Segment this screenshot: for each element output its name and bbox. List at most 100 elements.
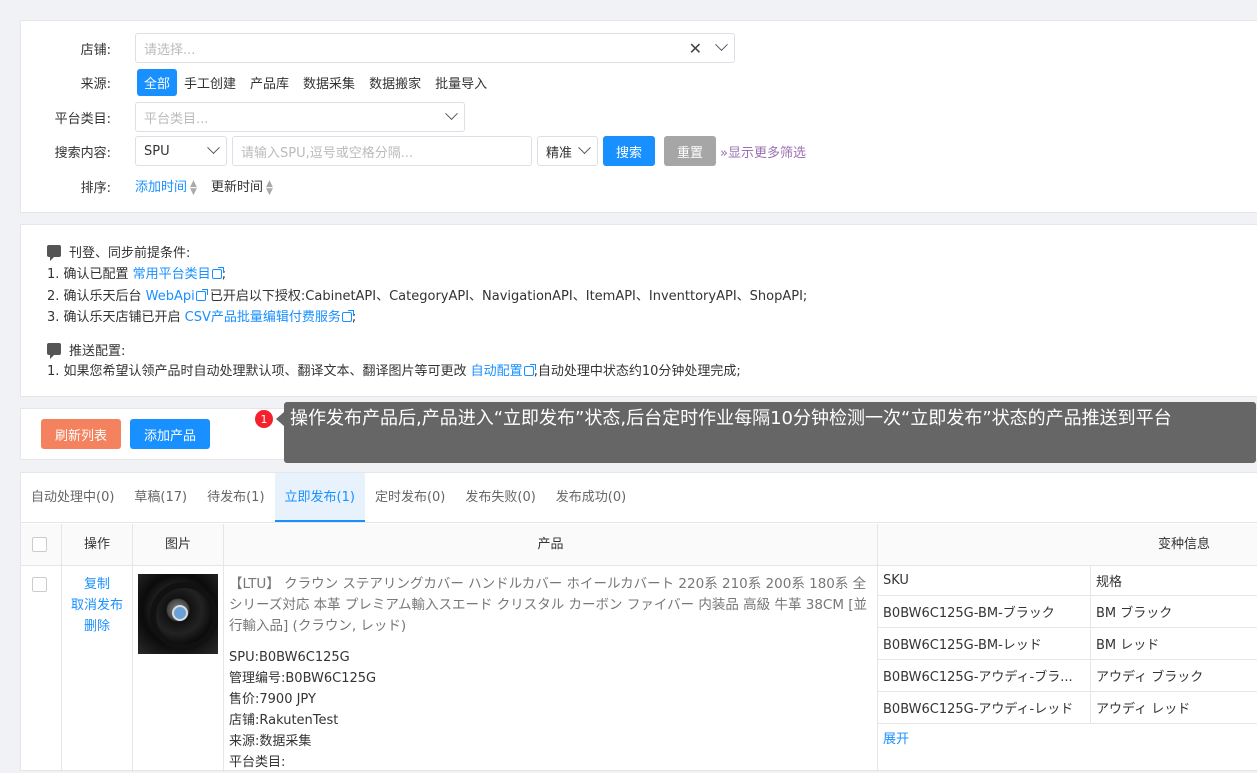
variant-spec: アウディ レッド xyxy=(1096,702,1191,717)
platform-category-link[interactable]: 常用平台类目 xyxy=(133,267,211,282)
variant-row: B0BW6C125G-アウディ-レッド アウディ レッド xyxy=(878,692,1257,724)
prereq-heading: 刊登、同步前提条件: xyxy=(47,241,190,261)
product-shop: 店铺:RakutenTest xyxy=(229,713,339,728)
line1-text: 1. 确认已配置 xyxy=(47,267,133,282)
match-mode-select[interactable]: 精准 xyxy=(537,136,598,166)
sku-header: SKU xyxy=(878,566,1091,595)
spec-header: 规格 xyxy=(1096,575,1123,590)
platform-select[interactable]: 平台类目... xyxy=(135,102,465,132)
header-product: 产品 xyxy=(224,524,877,566)
platform-placeholder: 平台类目... xyxy=(144,111,209,127)
shop-select[interactable]: 请选择... ✕ xyxy=(135,33,735,63)
delete-link[interactable]: 删除 xyxy=(62,616,132,637)
prereq-title: 刊登、同步前提条件: xyxy=(69,245,191,261)
header-variant: 变种信息 xyxy=(878,524,1257,566)
reset-button[interactable]: 重置 xyxy=(664,136,716,166)
col-divider xyxy=(223,524,224,772)
sort-updated[interactable]: 更新时间 ▲ ▼ xyxy=(211,176,273,196)
csv-service-link[interactable]: CSV产品批量编辑付费服务 xyxy=(185,310,341,325)
match-mode-value: 精准 xyxy=(546,145,573,161)
tab-publish-now[interactable]: 立即发布(1) xyxy=(274,473,365,522)
more-filters-link[interactable]: »显示更多筛选 xyxy=(720,142,806,161)
clear-icon[interactable]: ✕ xyxy=(689,39,702,58)
cancel-publish-link[interactable]: 取消发布 xyxy=(62,595,132,616)
select-all-checkbox[interactable] xyxy=(32,537,47,552)
chevron-down-icon xyxy=(207,141,220,155)
tab-auto-processing[interactable]: 自动处理中(0) xyxy=(21,473,124,522)
push-heading: 推送配置: xyxy=(47,339,125,359)
platform-label: 平台类目: xyxy=(54,111,111,127)
row-checkbox[interactable] xyxy=(32,577,47,592)
platform-row: 平台类目: 平台类目... xyxy=(21,102,465,132)
search-field-value: SPU xyxy=(144,143,170,159)
sort-added[interactable]: 添加时间 ▲ ▼ xyxy=(135,176,197,196)
variant-spec: BM ブラック xyxy=(1096,606,1173,621)
row-ops: 复制 取消发布 删除 xyxy=(62,574,132,637)
filter-panel: 店铺: 请选择... ✕ 来源: 全部 手工创建 产品库 数据采集 数据搬家 批… xyxy=(20,20,1257,213)
source-library[interactable]: 产品库 xyxy=(243,69,296,96)
product-list-panel: 自动处理中(0) 草稿(17) 待发布(1) 立即发布(1) 定时发布(0) 发… xyxy=(20,472,1257,772)
search-input[interactable]: 请输入SPU,逗号或空格分隔... xyxy=(232,136,532,166)
external-link-icon[interactable] xyxy=(211,267,224,279)
variant-spec: BM レッド xyxy=(1096,638,1160,653)
search-label: 搜索内容: xyxy=(54,145,111,161)
source-collect[interactable]: 数据采集 xyxy=(296,69,362,96)
external-link-icon[interactable] xyxy=(195,289,208,301)
push-line-1: 1. 如果您希望认领产品时自动处理默认项、翻译文本、翻译图片等可更改 自动配置,… xyxy=(47,362,741,382)
source-all[interactable]: 全部 xyxy=(137,68,178,96)
line2-end: 已开启以下授权:CabinetAPI、CategoryAPI、Navigatio… xyxy=(205,289,808,304)
status-tabs: 自动处理中(0) 草稿(17) 待发布(1) 立即发布(1) 定时发布(0) 发… xyxy=(21,473,1257,523)
search-field-select[interactable]: SPU xyxy=(135,136,227,166)
variant-row: B0BW6C125G-BM-ブラック BM ブラック xyxy=(878,596,1257,628)
chevron-down-icon xyxy=(715,38,728,52)
auto-config-link[interactable]: 自动配置 xyxy=(471,364,523,379)
source-move[interactable]: 数据搬家 xyxy=(362,69,428,96)
variant-row: B0BW6C125G-BM-レッド BM レッド xyxy=(878,628,1257,660)
product-category: 平台类目: xyxy=(229,755,286,770)
variant-sku: B0BW6C125G-BM-レッド xyxy=(878,628,1091,659)
tab-drafts[interactable]: 草稿(17) xyxy=(124,473,197,522)
guide-tooltip: 操作发布产品后,产品进入“立即发布”状态,后台定时作业每隔10分钟检测一次“立即… xyxy=(284,402,1256,463)
source-row: 来源: 全部 手工创建 产品库 数据采集 数据搬家 批量导入 xyxy=(21,67,494,97)
step-badge: 1 xyxy=(255,410,273,428)
line2-text: 2. 确认乐天后台 xyxy=(47,289,146,304)
shop-placeholder: 请选择... xyxy=(144,42,196,58)
chevron-down-icon xyxy=(578,141,591,155)
notice-panel: 刊登、同步前提条件: 1. 确认已配置 常用平台类目; 2. 确认乐天后台 We… xyxy=(20,224,1257,397)
tab-pending[interactable]: 待发布(1) xyxy=(197,473,274,522)
webapi-link[interactable]: WebApi xyxy=(146,289,195,304)
product-spu: SPU:B0BW6C125G xyxy=(229,650,350,665)
tooltip-pointer xyxy=(276,412,284,426)
variant-sku: B0BW6C125G-アウディ-ブラ... xyxy=(878,660,1091,691)
external-link-icon[interactable] xyxy=(341,310,354,322)
product-meta: SPU:B0BW6C125G 管理编号:B0BW6C125G 售价:7900 J… xyxy=(229,647,869,773)
message-icon xyxy=(47,245,61,261)
sort-row: 排序: 添加时间 ▲ ▼ 更新时间 ▲ ▼ xyxy=(21,171,273,201)
variant-row: B0BW6C125G-アウディ-ブラ... アウディ ブラック xyxy=(878,660,1257,692)
search-row: 搜索内容: SPU 请输入SPU,逗号或空格分隔... 精准 搜索 重置 »显示… xyxy=(21,136,806,166)
search-button[interactable]: 搜索 xyxy=(603,136,655,166)
product-table: 操作 图片 产品 变种信息 复制 取消发布 删除 【LTU】 クラウン ステアリ… xyxy=(21,524,1257,772)
header-image: 图片 xyxy=(133,524,223,566)
product-source: 来源:数据采集 xyxy=(229,734,312,749)
double-chevron-icon: » xyxy=(720,145,728,161)
expand-link[interactable]: 展开 xyxy=(878,724,1257,756)
add-product-button[interactable]: 添加产品 xyxy=(130,419,210,449)
copy-link[interactable]: 复制 xyxy=(62,574,132,595)
refresh-list-button[interactable]: 刷新列表 xyxy=(41,419,121,449)
col-divider xyxy=(61,524,62,772)
tab-scheduled[interactable]: 定时发布(0) xyxy=(365,473,455,522)
variant-header-row: SKU 规格 xyxy=(878,566,1257,596)
variant-sku: B0BW6C125G-アウディ-レッド xyxy=(878,692,1091,723)
message-icon xyxy=(47,343,61,359)
sort-updated-label: 更新时间 xyxy=(210,180,263,196)
source-import[interactable]: 批量导入 xyxy=(428,69,494,96)
external-link-icon[interactable] xyxy=(523,364,536,376)
tab-success[interactable]: 发布成功(0) xyxy=(546,473,636,522)
sort-icon: ▲ ▼ xyxy=(190,178,197,197)
product-image xyxy=(138,574,218,654)
push-text: 1. 如果您希望认领产品时自动处理默认项、翻译文本、翻译图片等可更改 xyxy=(47,364,471,379)
more-filters-label: 显示更多筛选 xyxy=(727,145,806,161)
source-manual[interactable]: 手工创建 xyxy=(177,69,243,96)
tab-failed[interactable]: 发布失败(0) xyxy=(455,473,545,522)
